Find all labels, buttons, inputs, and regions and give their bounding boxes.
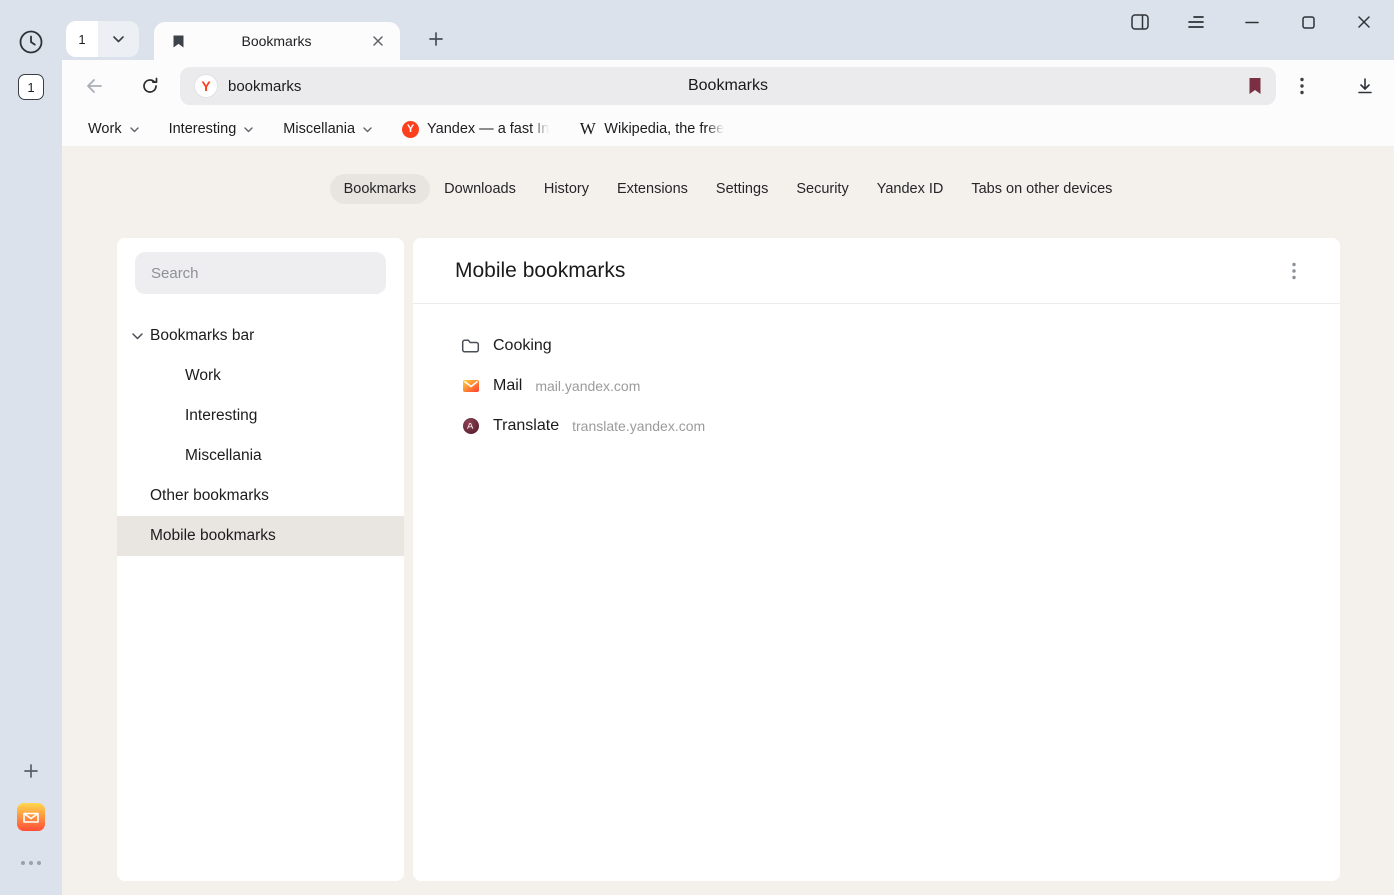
downloads-icon[interactable] [1347,68,1383,104]
bookmarks-bar-link-yandex[interactable]: Y Yandex — a fast In [400,116,551,142]
bookmark-label: Yandex — a fast In [427,121,549,137]
tab-close-icon[interactable] [368,31,388,51]
tab-settings[interactable]: Settings [702,174,782,204]
panels: Bookmarks bar Work Interesting Miscellan… [117,238,1340,881]
address-bar[interactable]: Y bookmarks Bookmarks [180,67,1276,105]
chevron-down-icon [363,121,372,137]
window-controls [1131,13,1373,31]
site-badge-icon[interactable]: Y [194,74,218,98]
chevron-down-icon [130,121,139,137]
bookmark-row-cooking[interactable]: Cooking [461,326,1316,366]
toolbar-menu-icon[interactable] [1284,68,1320,104]
bookmark-name: Translate [493,417,559,435]
search-input[interactable] [135,252,386,294]
page-title: Bookmarks [688,77,768,95]
bookmark-list: Cooking Mail mail.yandex.com [413,304,1340,446]
bookmark-row-mail[interactable]: Mail mail.yandex.com [461,366,1316,406]
tab-other-devices[interactable]: Tabs on other devices [957,174,1126,204]
tree-label: Bookmarks bar [150,327,254,345]
minimize-button[interactable] [1243,13,1261,31]
folder-label: Miscellania [283,121,355,137]
tab-downloads[interactable]: Downloads [430,174,530,204]
folder-label: Work [88,121,122,137]
bookmarks-bar-link-wikipedia[interactable]: W Wikipedia, the free [577,116,726,142]
folder-label: Interesting [169,121,237,137]
new-tab-button[interactable] [422,25,450,53]
rail-more-icon[interactable] [15,847,47,879]
bookmarks-bar-folder-miscellania[interactable]: Miscellania [281,116,374,142]
tree-item-work[interactable]: Work [117,356,404,396]
tabs-count-badge[interactable]: 1 [18,74,44,100]
tree-label: Mobile bookmarks [150,527,276,545]
bookmarks-bar-folder-work[interactable]: Work [86,116,141,142]
bookmarks-bar: Work Interesting Miscellania Y Yandex — … [62,112,1394,146]
side-panel-icon[interactable] [1131,13,1149,31]
tree-item-other-bookmarks[interactable]: Other bookmarks [117,476,404,516]
yandex-translate-favicon [461,417,480,435]
tree-item-miscellania[interactable]: Miscellania [117,436,404,476]
chevron-down-icon[interactable] [131,333,143,340]
tree-item-interesting[interactable]: Interesting [117,396,404,436]
bookmark-url: translate.yandex.com [572,418,705,434]
tree-item-mobile-bookmarks[interactable]: Mobile bookmarks [117,516,404,556]
tab-title: Bookmarks [185,33,368,49]
wikipedia-favicon: W [579,119,596,139]
tab-security[interactable]: Security [782,174,862,204]
chevron-down-icon [244,121,253,137]
yandex-mail-icon[interactable] [17,803,45,831]
bookmark-icon [172,34,185,49]
detail-title: Mobile bookmarks [455,259,625,283]
tree-label: Other bookmarks [150,487,269,505]
tab-bookmarks-page[interactable]: Bookmarks [330,174,431,204]
content-area: Bookmarks Downloads History Extensions S… [62,146,1394,895]
bookmarks-detail-panel: Mobile bookmarks Cooking [413,238,1340,881]
bookmark-label: Wikipedia, the free [604,121,724,137]
address-text: bookmarks [228,78,301,95]
history-clock-icon[interactable] [15,26,47,58]
browser-window: 1 1 Book [0,0,1394,895]
search-box [135,252,386,294]
bookmark-flag-icon[interactable] [1248,77,1262,95]
close-button[interactable] [1355,13,1373,31]
detail-menu-icon[interactable] [1288,258,1300,284]
folder-tree: Bookmarks bar Work Interesting Miscellan… [117,316,404,556]
rail-add-icon[interactable] [15,755,47,787]
bookmark-name: Mail [493,377,522,395]
tab-group-control[interactable]: 1 [66,21,139,57]
folder-icon [461,338,480,354]
tab-extensions[interactable]: Extensions [603,174,702,204]
back-button[interactable] [76,68,112,104]
maximize-button[interactable] [1299,13,1317,31]
tab-bookmarks[interactable]: Bookmarks [154,22,400,60]
tab-yandex-id[interactable]: Yandex ID [863,174,958,204]
side-rail: 1 [0,0,62,895]
tab-strip: 1 Bookmarks [62,0,1394,60]
bookmarks-bar-folder-interesting[interactable]: Interesting [167,116,256,142]
tree-label: Miscellania [185,447,262,465]
yandex-mail-favicon [461,377,480,395]
menu-icon[interactable] [1187,13,1205,31]
bookmark-name: Cooking [493,337,552,355]
tree-item-bookmarks-bar[interactable]: Bookmarks bar [117,316,404,356]
bookmark-row-translate[interactable]: Translate translate.yandex.com [461,406,1316,446]
folders-panel: Bookmarks bar Work Interesting Miscellan… [117,238,404,881]
tree-label: Interesting [185,407,257,425]
detail-header: Mobile bookmarks [413,238,1340,304]
manager-tabs: Bookmarks Downloads History Extensions S… [62,174,1394,204]
bookmark-url: mail.yandex.com [535,378,640,394]
tab-group-counter[interactable]: 1 [66,21,98,57]
yandex-favicon: Y [402,121,419,138]
tab-history[interactable]: History [530,174,603,204]
tree-label: Work [185,367,221,385]
tab-group-chevron-icon[interactable] [98,21,139,57]
reload-button[interactable] [132,68,168,104]
toolbar: Y bookmarks Bookmarks [62,60,1394,112]
